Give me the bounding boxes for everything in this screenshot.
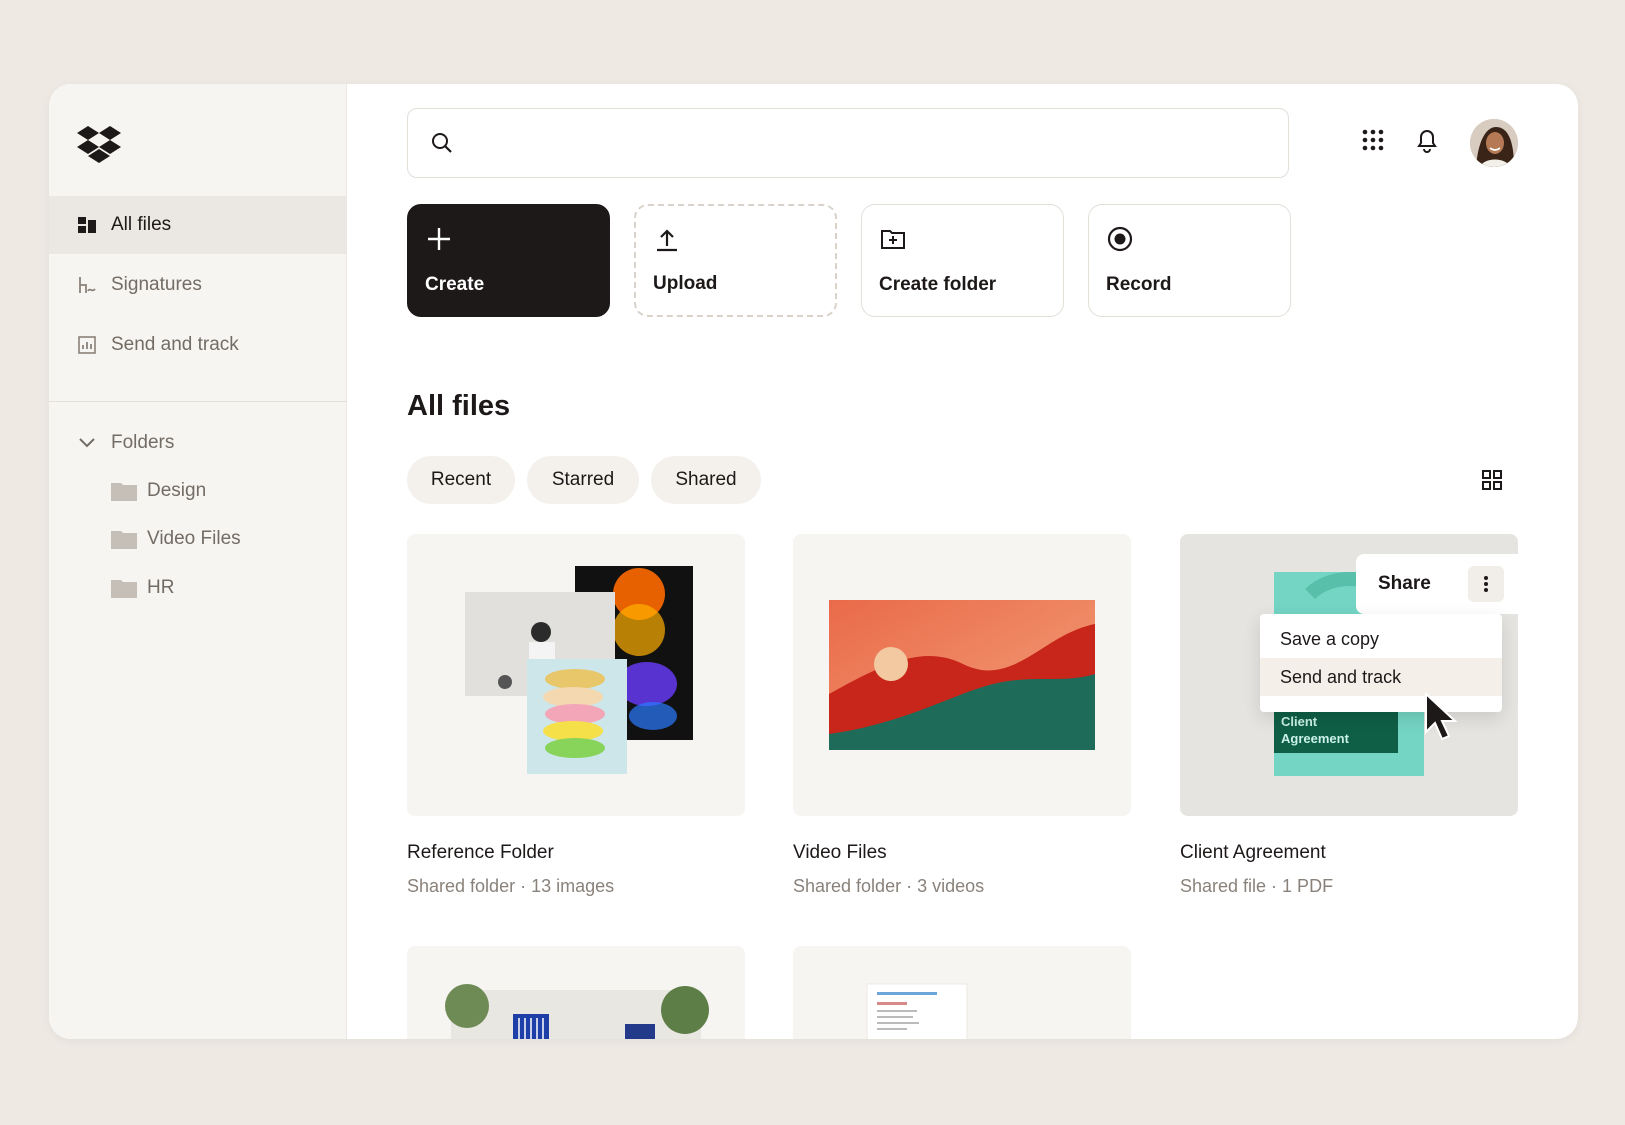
card-meta: Shared file · 1 PDF <box>1180 876 1334 896</box>
chevron-down-icon <box>77 438 97 448</box>
upload-label: Upload <box>653 273 718 294</box>
folder-plus-icon <box>881 230 905 249</box>
card-title: Reference Folder <box>407 842 554 863</box>
grid-view-icon[interactable] <box>1481 469 1503 491</box>
sidebar-item-label: All files <box>111 214 172 235</box>
sidebar-folder-design[interactable]: Design <box>111 480 206 502</box>
avatar[interactable] <box>1470 119 1518 167</box>
folder-label: HR <box>147 577 175 598</box>
all-files-icon <box>77 215 97 235</box>
upload-icon <box>657 229 677 252</box>
sidebar-folder-video-files[interactable]: Video Files <box>111 528 241 550</box>
sidebar-item-all-files[interactable]: All files <box>49 196 347 254</box>
chart-icon <box>77 335 97 355</box>
share-bar: Share <box>1356 554 1518 614</box>
sidebar-divider <box>49 401 347 402</box>
page-title: All files <box>407 390 511 422</box>
menu-item-save-a-copy[interactable]: Save a copy <box>1260 620 1502 658</box>
record-button[interactable]: Record <box>1088 204 1291 317</box>
sidebar-item-label: Send and track <box>111 334 239 355</box>
card-thumbnail <box>407 534 745 816</box>
create-button[interactable]: Create <box>407 204 610 317</box>
sidebar-folder-hr[interactable]: HR <box>111 577 174 599</box>
file-card-client-agreement[interactable]: Client Agreement Share Save a copy Send … <box>1180 534 1518 897</box>
menu-item-send-and-track[interactable]: Send and track <box>1260 658 1502 696</box>
plus-icon <box>428 228 450 250</box>
card-title: Video Files <box>793 842 887 863</box>
create-label: Create <box>425 274 485 295</box>
create-folder-label: Create folder <box>879 274 997 295</box>
card-title: Client Agreement <box>1180 842 1326 863</box>
mouse-cursor-icon <box>1425 692 1458 741</box>
grid-apps-icon[interactable] <box>1359 126 1387 154</box>
search-icon <box>432 133 452 153</box>
dropbox-logo-icon[interactable] <box>77 124 121 164</box>
sidebar-item-label: Signatures <box>111 274 202 295</box>
folder-icon <box>111 483 137 501</box>
folders-label: Folders <box>111 432 175 453</box>
record-icon <box>1107 226 1133 252</box>
file-card-partial[interactable] <box>407 946 745 1039</box>
share-button[interactable]: Share <box>1378 573 1431 595</box>
folder-label: Video Files <box>147 528 241 549</box>
folders-toggle[interactable]: Folders <box>77 432 174 454</box>
thumb-doc-title: Agreement <box>1281 731 1350 746</box>
create-folder-button[interactable]: Create folder <box>861 204 1064 317</box>
card-meta: Shared folder · 13 images <box>407 876 615 896</box>
more-options-button[interactable] <box>1468 566 1504 602</box>
folder-label: Design <box>147 480 207 501</box>
file-card-video-files[interactable]: Video Files Shared folder · 3 videos <box>793 534 1131 897</box>
bell-icon[interactable] <box>1413 126 1441 154</box>
sidebar-item-signatures[interactable]: Signatures <box>49 256 347 314</box>
sidebar: All files Signatures Send and track Fold… <box>49 84 347 1039</box>
folder-icon <box>111 531 137 549</box>
context-menu: Save a copy Send and track <box>1260 614 1502 712</box>
signature-icon <box>77 275 97 295</box>
card-thumbnail: Client Agreement Share Save a copy Send … <box>1180 534 1518 816</box>
app-window: All files Signatures Send and track Fold… <box>49 84 1578 1039</box>
card-thumbnail <box>793 534 1131 816</box>
card-meta: Shared folder · 3 videos <box>793 876 985 896</box>
folder-icon <box>111 580 137 598</box>
upload-button[interactable]: Upload <box>634 204 837 317</box>
sidebar-item-send-and-track[interactable]: Send and track <box>49 316 347 374</box>
search-input[interactable] <box>468 132 1248 154</box>
svg-text:Client: Client <box>1281 714 1318 729</box>
file-card-partial[interactable] <box>793 946 1131 1039</box>
filter-starred[interactable]: Starred <box>527 456 639 504</box>
record-label: Record <box>1106 274 1172 295</box>
file-card-reference-folder[interactable]: Reference Folder Shared folder · 13 imag… <box>407 534 745 897</box>
search-bar[interactable] <box>407 108 1289 178</box>
filter-shared[interactable]: Shared <box>651 456 761 504</box>
filter-recent[interactable]: Recent <box>407 456 515 504</box>
kebab-menu-icon <box>1484 576 1488 592</box>
